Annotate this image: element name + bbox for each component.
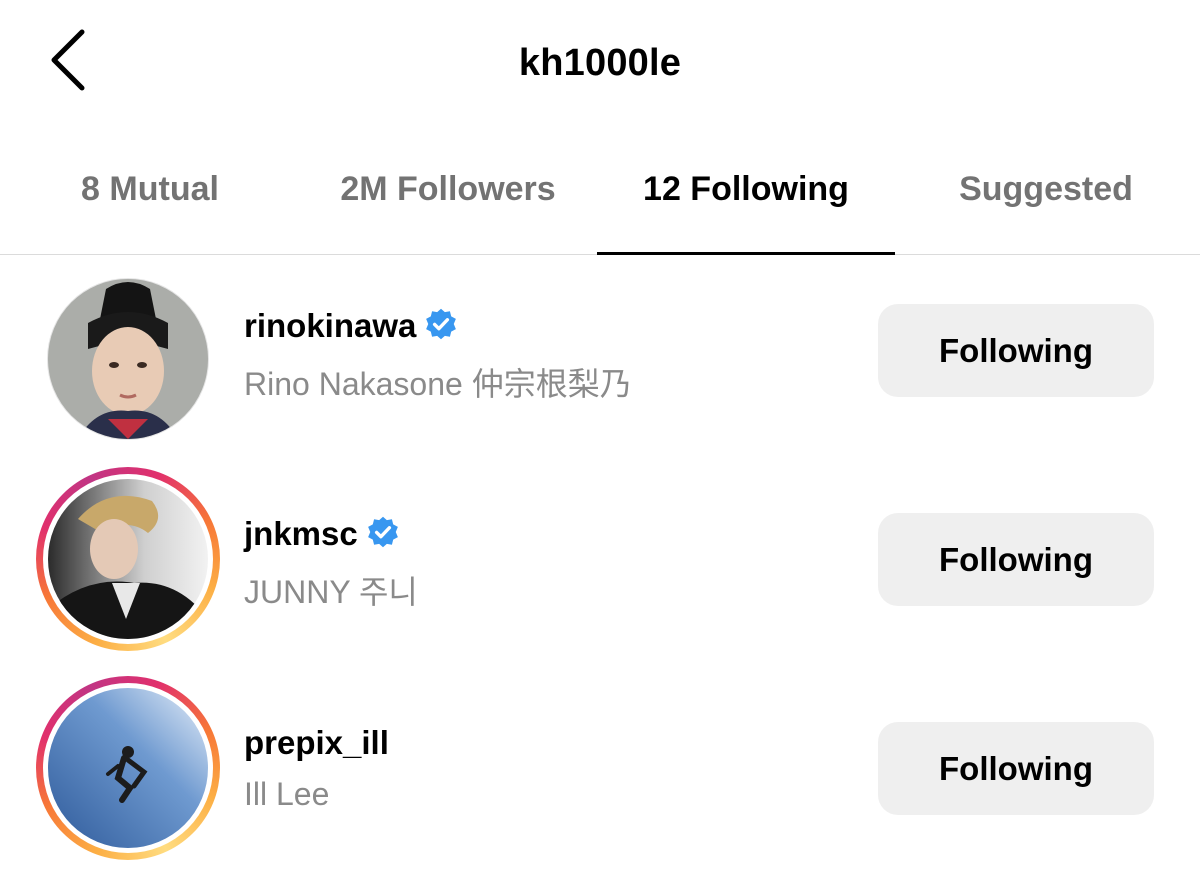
profile-username-title: kh1000le [518, 42, 682, 84]
full-name: JUNNY 주니 [244, 574, 418, 610]
list-item: rinokinawa Rino Nakasone 仲宗根梨乃 Following [0, 255, 1200, 455]
following-button[interactable]: Following [878, 304, 1154, 397]
tab-following[interactable]: 12 Following [597, 170, 895, 254]
full-name: Ill Lee [244, 776, 330, 812]
profile-photo [48, 688, 208, 848]
username-link[interactable]: rinokinawa [244, 307, 458, 345]
tab-mutual[interactable]: 8 Mutual [30, 170, 270, 254]
following-button[interactable]: Following [878, 722, 1154, 815]
username-link[interactable]: prepix_ill [244, 724, 389, 762]
username-link[interactable]: jnkmsc [244, 515, 400, 553]
verified-badge-icon [426, 308, 457, 340]
connections-tabs: 8 Mutual 2M Followers 12 Following Sugge… [0, 140, 1200, 255]
avatar-story-ring[interactable] [36, 676, 220, 860]
verified-badge-icon [367, 516, 398, 548]
following-button[interactable]: Following [878, 513, 1154, 606]
tab-suggested[interactable]: Suggested [900, 170, 1192, 254]
list-item: jnkmsc JUNNY 주니 Following [0, 463, 1200, 663]
avatar[interactable] [36, 267, 220, 451]
full-name: Rino Nakasone 仲宗根梨乃 [244, 366, 632, 402]
profile-photo [48, 479, 208, 639]
tab-followers[interactable]: 2M Followers [300, 170, 596, 254]
list-item: prepix_ill Ill Lee Following [0, 672, 1200, 872]
avatar-story-ring[interactable] [36, 467, 220, 651]
top-bar: kh1000le [0, 0, 1200, 140]
profile-photo [47, 278, 209, 440]
